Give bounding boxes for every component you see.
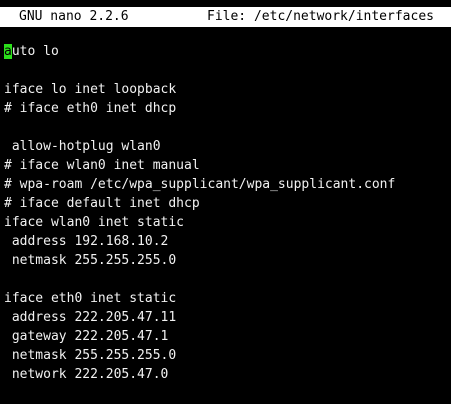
editor-line-14[interactable]: iface eth0 inet static bbox=[4, 289, 176, 308]
editor-line-7[interactable]: # iface wlan0 inet manual bbox=[4, 156, 200, 175]
editor-line-6[interactable]: allow-hotplug wlan0 bbox=[4, 137, 161, 156]
editor-line-text: uto lo bbox=[11, 44, 59, 59]
file-name-label: File: /etc/network/interfaces bbox=[207, 9, 434, 24]
editor-line-18[interactable]: network 222.205.47.0 bbox=[4, 365, 169, 384]
editor-line-17[interactable]: netmask 255.255.255.0 bbox=[4, 346, 176, 365]
editor-line-9[interactable]: # iface default inet dhcp bbox=[4, 194, 200, 213]
nano-title-bar: GNU nano 2.2.6 File: /etc/network/interf… bbox=[0, 7, 451, 27]
editor-line-1[interactable]: auto lo bbox=[4, 42, 59, 61]
editor-line-4[interactable]: # iface eth0 inet dhcp bbox=[4, 99, 176, 118]
editor-line-15[interactable]: address 222.205.47.11 bbox=[4, 308, 176, 327]
editor-line-16[interactable]: gateway 222.205.47.1 bbox=[4, 327, 169, 346]
editor-version-label: GNU nano 2.2.6 bbox=[19, 9, 129, 24]
editor-line-8[interactable]: # wpa-roam /etc/wpa_supplicant/wpa_suppl… bbox=[4, 175, 395, 194]
text-cursor: a bbox=[4, 44, 12, 59]
editor-line-3[interactable]: iface lo inet loopback bbox=[4, 80, 176, 99]
editor-line-10[interactable]: iface wlan0 inet static bbox=[4, 213, 184, 232]
editor-line-11[interactable]: address 192.168.10.2 bbox=[4, 232, 169, 251]
editor-line-12[interactable]: netmask 255.255.255.0 bbox=[4, 251, 176, 270]
text-editor-area[interactable]: auto lo iface lo inet loopback # iface e… bbox=[0, 42, 451, 404]
